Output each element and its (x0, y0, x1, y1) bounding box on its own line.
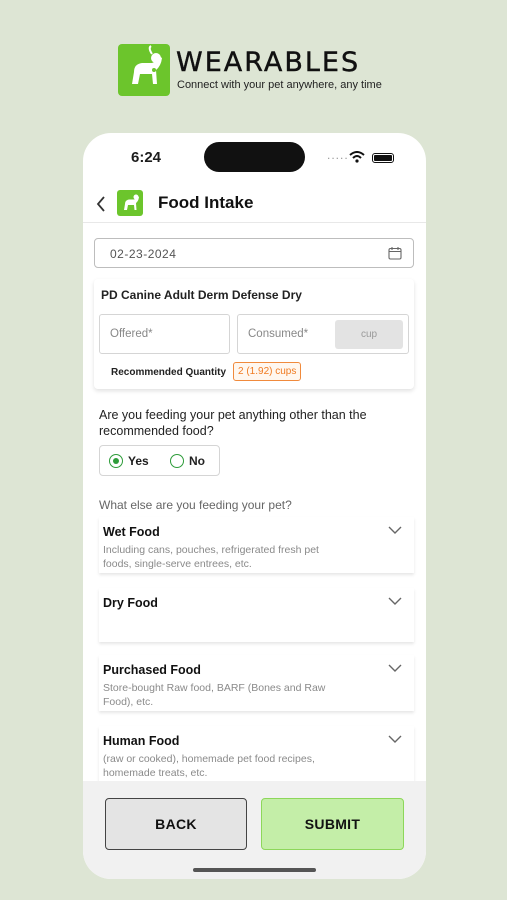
phone-screen: 6:24 ..... Food Intake 02-23-2024 PD Can… (83, 133, 426, 879)
recommended-badge: 2 (1.92) cups (233, 362, 302, 381)
submit-button[interactable]: SUBMIT (261, 798, 404, 850)
radio-no-label: No (189, 454, 205, 468)
offered-input[interactable]: Offered* (99, 314, 230, 354)
wifi-icon (349, 151, 365, 163)
dynamic-island (204, 142, 305, 172)
battery-icon (372, 153, 394, 163)
radio-yes-label: Yes (128, 454, 149, 468)
consumed-placeholder: Consumed* (248, 328, 309, 340)
date-value: 02-23-2024 (110, 247, 177, 261)
home-indicator (193, 868, 316, 872)
category-desc: Store-bought Raw food, BARF (Bones and R… (103, 682, 326, 708)
radio-unselected-icon (170, 454, 184, 468)
calendar-icon[interactable] (388, 246, 402, 260)
category-title: Purchased Food (103, 663, 201, 677)
category-title: Wet Food (103, 525, 160, 539)
chevron-down-icon (388, 597, 402, 605)
category-purchased-food[interactable]: Purchased Food Store-bought Raw food, BA… (99, 655, 414, 711)
dog-logo-icon (118, 44, 170, 96)
other-food-question: Are you feeding your pet anything other … (99, 408, 367, 438)
back-button[interactable]: BACK (105, 798, 247, 850)
other-food-radio-group: Yes No (99, 445, 220, 476)
category-title: Dry Food (103, 596, 158, 610)
radio-no[interactable]: No (170, 454, 205, 468)
brand-name: WEARABLES (176, 47, 361, 78)
page-title: Food Intake (158, 193, 254, 212)
date-field[interactable]: 02-23-2024 (94, 238, 414, 268)
bottom-action-bar: BACK SUBMIT (83, 781, 426, 879)
category-desc: Including cans, pouches, refrigerated fr… (103, 544, 319, 570)
category-wet-food[interactable]: Wet Food Including cans, pouches, refrig… (99, 517, 414, 573)
what-else-label: What else are you feeding your pet? (99, 498, 292, 512)
unit-label: cup (335, 320, 403, 349)
radio-selected-icon (109, 454, 123, 468)
category-title: Human Food (103, 734, 180, 748)
radio-yes[interactable]: Yes (109, 454, 149, 468)
brand-header: WEARABLES Connect with your pet anywhere… (118, 44, 408, 100)
consumed-input[interactable]: Consumed* cup (237, 314, 409, 354)
status-time: 6:24 (131, 149, 162, 166)
food-name: PD Canine Adult Derm Defense Dry (101, 288, 302, 302)
category-human-food[interactable]: Human Food (raw or cooked), homemade pet… (99, 726, 414, 782)
category-dry-food[interactable]: Dry Food (99, 588, 414, 642)
app-header: Food Intake (83, 185, 426, 223)
food-card: PD Canine Adult Derm Defense Dry Offered… (94, 279, 414, 389)
category-desc: (raw or cooked), homemade pet food recip… (103, 753, 315, 779)
chevron-down-icon (388, 526, 402, 534)
signal-dots-icon: ..... (327, 148, 349, 162)
brand-tagline: Connect with your pet anywhere, any time (177, 79, 382, 91)
back-chevron-icon[interactable] (95, 195, 107, 213)
chevron-down-icon (388, 735, 402, 743)
recommended-label: Recommended Quantity (111, 367, 227, 378)
chevron-down-icon (388, 664, 402, 672)
offered-placeholder: Offered* (110, 328, 153, 340)
status-bar: 6:24 ..... (83, 133, 426, 183)
app-logo-icon (117, 190, 143, 216)
